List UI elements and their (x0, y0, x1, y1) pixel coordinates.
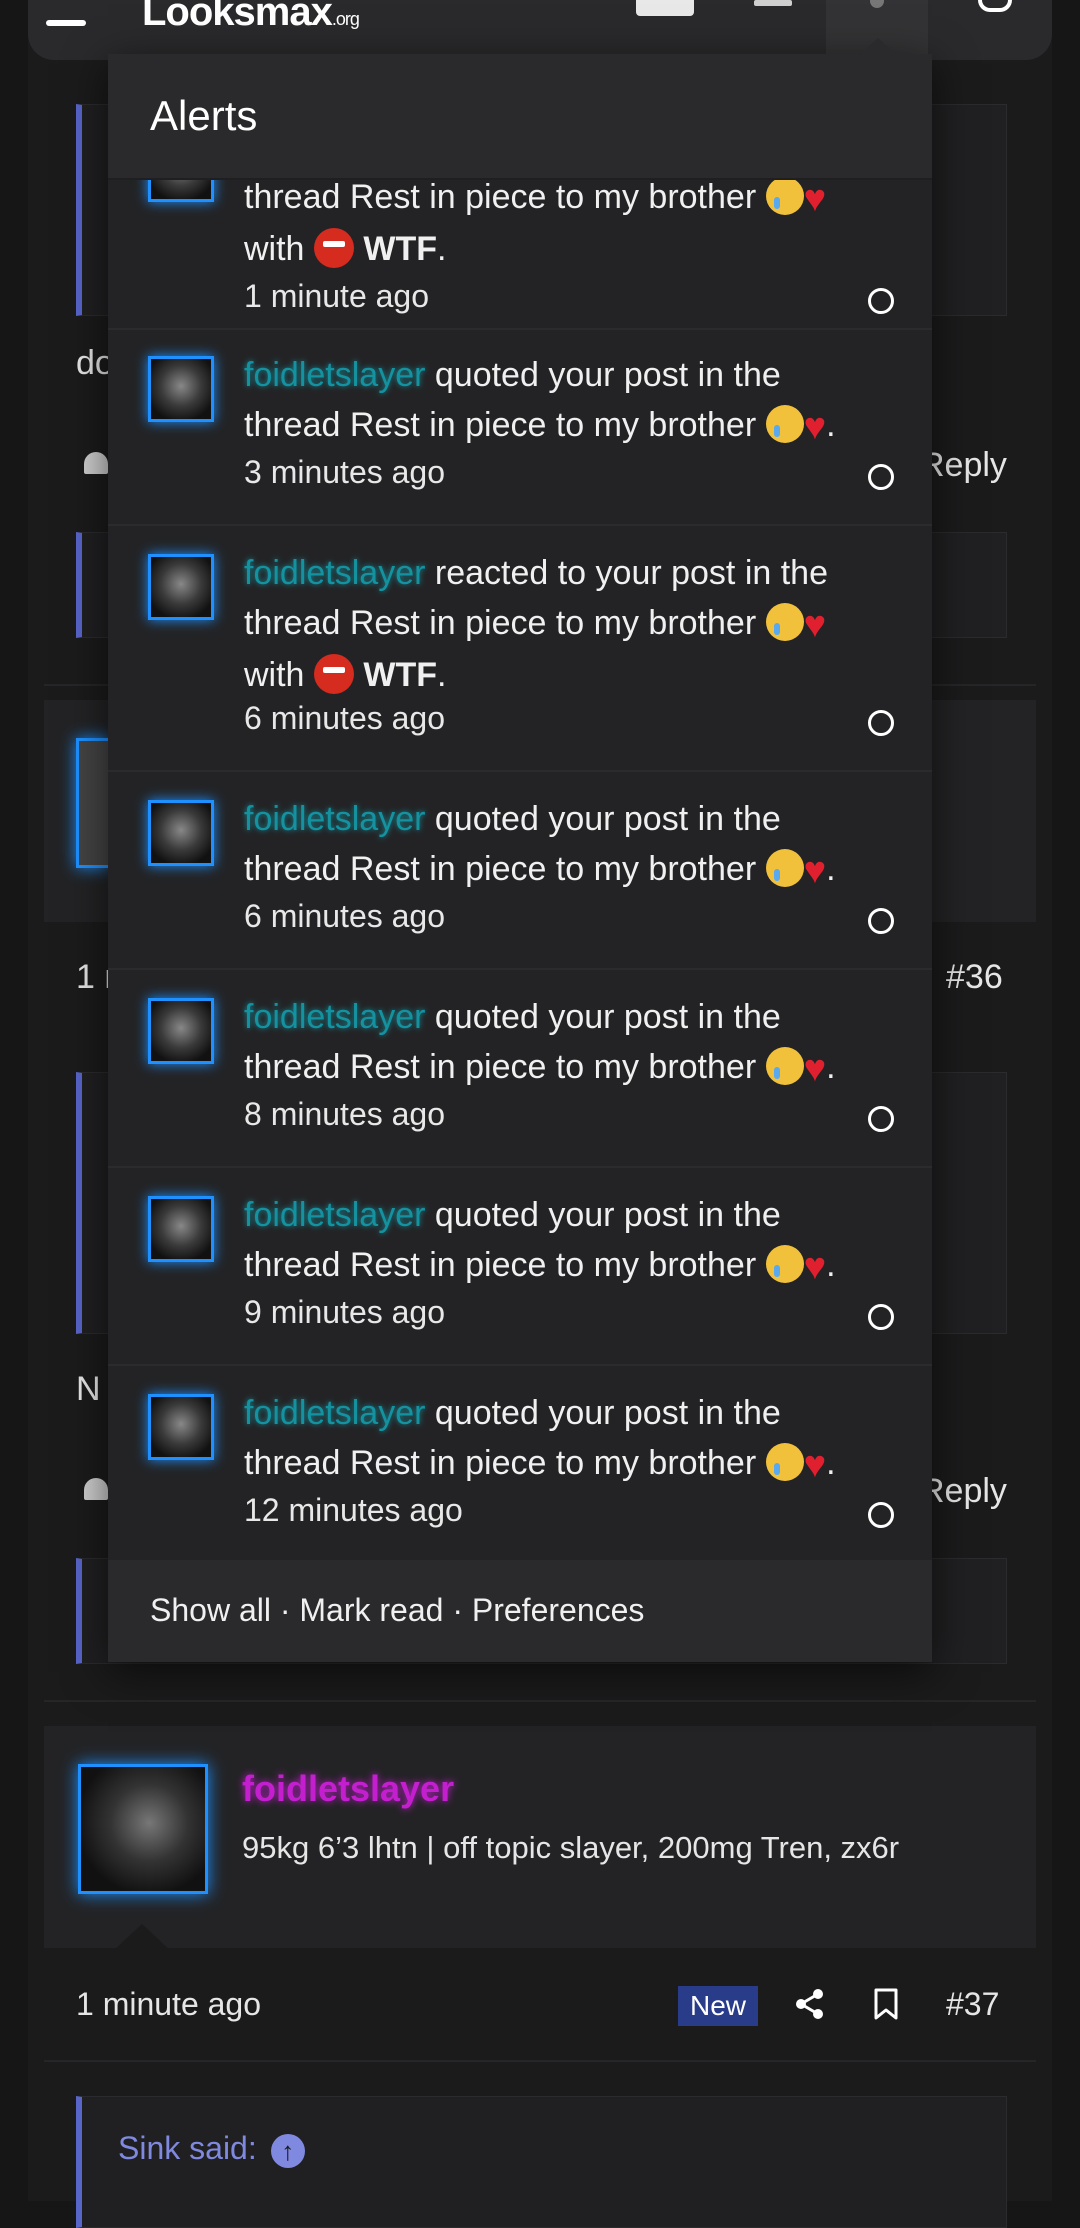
arrow-up-icon[interactable]: ↑ (270, 2133, 305, 2168)
alert-text: foidletslayer quoted your post in the th… (244, 998, 836, 1091)
alert-item[interactable]: thread Rest in piece to my brother ♥ wit… (108, 180, 932, 330)
reply-link[interactable]: Reply (920, 446, 1007, 485)
mark-read-link[interactable]: Mark read (299, 1592, 443, 1628)
heart-emoji-icon: ♥ (803, 1444, 827, 1487)
alert-text: foidletslayer quoted your post in the th… (244, 1394, 836, 1487)
angry-emoji-icon (313, 228, 354, 269)
inbox-icon[interactable] (754, 0, 792, 6)
alert-username[interactable]: foidletslayer (244, 998, 425, 1036)
bell-icon[interactable] (84, 1478, 108, 1500)
heart-emoji-icon: ♥ (803, 604, 827, 647)
post-pointer (114, 1924, 170, 1950)
crying-emoji-icon (765, 603, 804, 642)
alert-item[interactable]: foidletslayer quoted your post in the th… (108, 328, 932, 526)
alert-time: 9 minutes ago (244, 1294, 446, 1330)
user-title: 95kg 6’3 lhtn | off topic slayer, 200mg … (242, 1830, 900, 1865)
reply-link[interactable]: Reply (920, 1472, 1007, 1511)
reaction-label: WTF (363, 656, 438, 695)
mark-read-toggle[interactable] (868, 908, 894, 934)
alert-item[interactable]: foidletslayer quoted your post in the th… (108, 772, 932, 970)
post-time[interactable]: 1 minute ago (76, 1986, 261, 2023)
show-all-link[interactable]: Show all (150, 1592, 271, 1628)
alert-avatar (148, 356, 214, 422)
crying-emoji-icon (765, 1245, 804, 1284)
alert-avatar (148, 554, 214, 620)
alert-time: 12 minutes ago (244, 1492, 463, 1528)
user-avatar[interactable] (76, 738, 109, 868)
site-logo[interactable]: Looksmax.org (142, 0, 360, 35)
alert-text: foidletslayer reacted to your post in th… (244, 554, 828, 695)
new-badge: New (678, 1986, 759, 2026)
alert-text: foidletslayer quoted your post in the th… (244, 800, 836, 893)
alert-username[interactable]: foidletslayer (244, 356, 425, 394)
mark-read-toggle[interactable] (868, 710, 894, 736)
alert-avatar (148, 998, 214, 1064)
quote-title[interactable]: Sink said: ↑ (118, 2130, 305, 2168)
mark-read-toggle[interactable] (868, 288, 894, 314)
alert-item[interactable]: foidletslayer reacted to your post in th… (108, 526, 932, 772)
reaction-label: WTF (363, 230, 438, 269)
mark-read-toggle[interactable] (868, 1304, 894, 1330)
divider (44, 1700, 1036, 1702)
divider (44, 2060, 1036, 2062)
alert-text: foidletslayer quoted your post in the th… (244, 1196, 836, 1289)
alert-username[interactable]: foidletslayer (244, 1394, 425, 1432)
separator: · (452, 1592, 463, 1628)
post-number[interactable]: #36 (946, 958, 1003, 997)
post-number[interactable]: #37 (946, 1986, 999, 2023)
post-username[interactable]: foidletslayer (242, 1768, 454, 1810)
heart-emoji-icon: ♥ (803, 180, 827, 221)
crying-emoji-icon (765, 1443, 804, 1482)
alert-time: 1 minute ago (244, 278, 430, 314)
alert-avatar (148, 1394, 214, 1460)
alerts-list[interactable]: thread Rest in piece to my brother ♥ wit… (108, 180, 932, 1560)
heart-emoji-icon: ♥ (803, 1048, 827, 1091)
crying-emoji-icon (765, 1047, 804, 1086)
alert-time: 6 minutes ago (244, 898, 446, 934)
alert-text: foidletslayer quoted your post in the th… (244, 356, 836, 449)
alert-item[interactable]: foidletslayer quoted your post in the th… (108, 970, 932, 1168)
alert-item[interactable]: foidletslayer quoted your post in the th… (108, 1366, 932, 1560)
preferences-link[interactable]: Preferences (472, 1592, 645, 1628)
alert-avatar (148, 180, 214, 202)
dropdown-caret (858, 38, 898, 56)
user-avatar[interactable] (636, 0, 694, 16)
bookmark-icon[interactable] (874, 1988, 898, 2020)
heart-emoji-icon: ♥ (803, 1246, 827, 1289)
crying-emoji-icon (765, 180, 804, 216)
share-icon[interactable] (794, 1988, 826, 2020)
heart-emoji-icon: ♥ (803, 850, 827, 893)
alerts-dropdown: Alerts thread Rest in piece to my brothe… (108, 54, 932, 1662)
bell-icon[interactable] (84, 452, 108, 474)
alert-avatar (148, 1196, 214, 1262)
crying-emoji-icon (765, 405, 804, 444)
alert-username[interactable]: foidletslayer (244, 1196, 425, 1234)
alerts-title: Alerts (108, 54, 932, 180)
mark-read-toggle[interactable] (868, 1106, 894, 1132)
alert-username[interactable]: foidletslayer (244, 800, 425, 838)
mark-read-toggle[interactable] (868, 464, 894, 490)
angry-emoji-icon (313, 654, 354, 695)
quote-author: Sink said: (118, 2130, 257, 2166)
separator: · (279, 1592, 291, 1628)
alerts-footer: Show all · Mark read · Preferences (108, 1560, 932, 1662)
crying-emoji-icon (765, 849, 804, 888)
alert-item[interactable]: foidletslayer quoted your post in the th… (108, 1168, 932, 1366)
alert-avatar (148, 800, 214, 866)
hamburger-icon[interactable] (46, 20, 86, 26)
alert-username[interactable]: foidletslayer (244, 554, 425, 592)
user-avatar[interactable] (78, 1764, 208, 1894)
post-text-fragment: N (76, 1370, 101, 1408)
alert-time: 6 minutes ago (244, 700, 446, 736)
mark-read-toggle[interactable] (868, 1502, 894, 1528)
alert-time: 8 minutes ago (244, 1096, 446, 1132)
alert-time: 3 minutes ago (244, 454, 446, 490)
alert-text: thread Rest in piece to my brother ♥ wit… (244, 180, 904, 274)
heart-emoji-icon: ♥ (803, 406, 827, 449)
